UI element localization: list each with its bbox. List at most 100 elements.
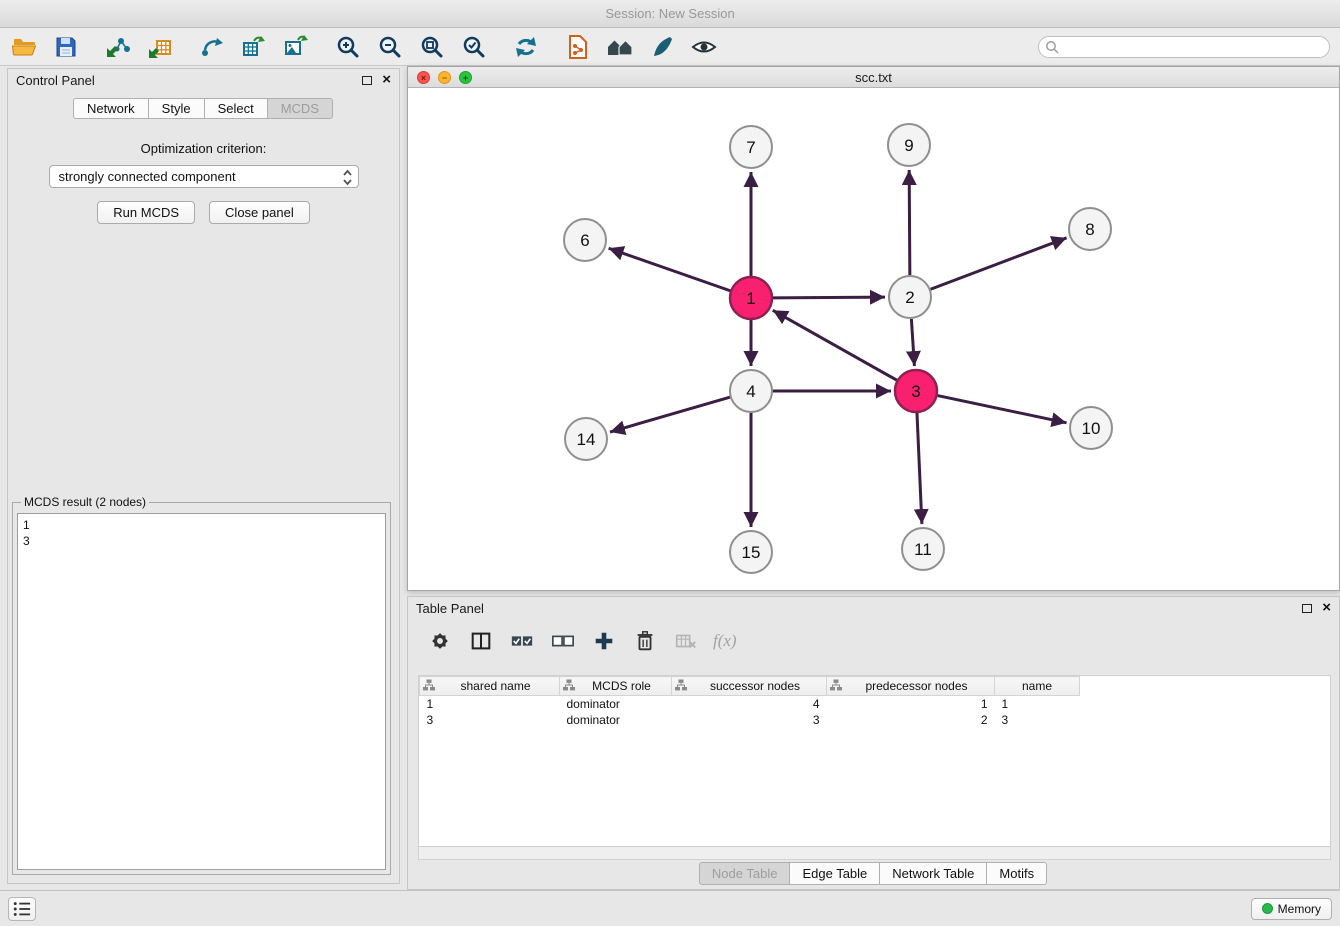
zoom-fit-icon[interactable] — [418, 33, 446, 61]
horizontal-scrollbar[interactable] — [418, 847, 1331, 860]
graph-node-11[interactable]: 11 — [902, 528, 944, 570]
float-panel-icon[interactable] — [362, 76, 372, 85]
mcds-result-title: MCDS result (2 nodes) — [21, 495, 149, 509]
tab-network-table[interactable]: Network Table — [879, 862, 987, 885]
export-image-icon[interactable] — [282, 33, 310, 61]
close-window-icon[interactable]: × — [417, 71, 430, 84]
zoom-in-icon[interactable] — [334, 33, 362, 61]
table-row[interactable]: 1 dominator 4 1 1 — [420, 696, 1080, 712]
graph-node-10[interactable]: 10 — [1070, 407, 1112, 449]
tab-select[interactable]: Select — [204, 98, 268, 119]
column-tree-icon — [563, 679, 575, 694]
run-mcds-button[interactable]: Run MCDS — [97, 201, 195, 224]
search-input[interactable] — [1038, 36, 1330, 58]
column-tree-icon — [423, 679, 435, 694]
cell-name[interactable]: 1 — [995, 696, 1080, 712]
import-network-icon[interactable] — [104, 33, 132, 61]
graph-edge-1-2[interactable] — [773, 297, 885, 298]
graph-node-7[interactable]: 7 — [730, 126, 772, 168]
save-session-icon[interactable] — [52, 33, 80, 61]
close-panel-button[interactable]: Close panel — [209, 201, 310, 224]
graph-edge-2-8[interactable] — [931, 238, 1067, 289]
cell-shared-name[interactable]: 1 — [420, 696, 560, 712]
export-table-icon[interactable] — [240, 33, 268, 61]
criterion-select[interactable]: strongly connected component — [49, 165, 359, 188]
task-history-icon[interactable] — [8, 897, 36, 921]
graph-node-14[interactable]: 14 — [565, 418, 607, 460]
memory-label: Memory — [1278, 902, 1321, 916]
refresh-layout-icon[interactable] — [512, 33, 540, 61]
cell-name[interactable]: 3 — [995, 712, 1080, 728]
graph-node-1[interactable]: 1 — [730, 277, 772, 319]
column-header-predecessor-nodes[interactable]: predecessor nodes — [827, 677, 995, 696]
clear-table-icon — [672, 627, 700, 655]
export-network-icon[interactable] — [198, 33, 226, 61]
tab-mcds[interactable]: MCDS — [267, 98, 333, 119]
tab-node-table[interactable]: Node Table — [699, 862, 791, 885]
float-table-panel-icon[interactable] — [1302, 604, 1312, 613]
import-table-icon[interactable] — [146, 33, 174, 61]
graph-edge-4-14[interactable] — [610, 397, 730, 432]
network-window-titlebar[interactable]: × − + scc.txt — [408, 67, 1339, 88]
graph-node-9[interactable]: 9 — [888, 124, 930, 166]
graph-node-3[interactable]: 3 — [895, 370, 937, 412]
tab-style[interactable]: Style — [148, 98, 205, 119]
add-row-icon[interactable] — [590, 627, 618, 655]
cell-successor-nodes[interactable]: 4 — [672, 696, 827, 712]
network-file-icon[interactable] — [564, 33, 592, 61]
zoom-out-icon[interactable] — [376, 33, 404, 61]
close-panel-icon[interactable]: × — [382, 74, 391, 86]
window-controls: × − + — [417, 71, 472, 84]
control-panel-header: Control Panel × — [8, 69, 399, 91]
graph-node-label: 3 — [911, 382, 920, 401]
graph-node-label: 7 — [746, 138, 755, 157]
cell-mcds-role[interactable]: dominator — [560, 712, 672, 728]
gear-icon[interactable] — [426, 627, 454, 655]
delete-row-trash-icon[interactable] — [631, 627, 659, 655]
columns-icon[interactable] — [467, 627, 495, 655]
mcds-result-list[interactable]: 1 3 — [17, 513, 386, 870]
network-window: × − + scc.txt 7 9 6 8 1 2 4 3 14 10 15 11 — [407, 66, 1340, 591]
cell-predecessor-nodes[interactable]: 2 — [827, 712, 995, 728]
style-brush-icon[interactable] — [648, 33, 676, 61]
graph-edge-3-11[interactable] — [917, 413, 922, 524]
graph-edge-1-6[interactable] — [609, 248, 731, 290]
column-header-successor-nodes[interactable]: successor nodes — [672, 677, 827, 696]
graph-edge-3-1[interactable] — [773, 310, 897, 380]
graph-node-15[interactable]: 15 — [730, 531, 772, 573]
tab-edge-table[interactable]: Edge Table — [789, 862, 880, 885]
tab-network[interactable]: Network — [73, 98, 149, 119]
column-header-shared-name[interactable]: shared name — [420, 677, 560, 696]
graph-node-8[interactable]: 8 — [1069, 208, 1111, 250]
graph-node-4[interactable]: 4 — [730, 370, 772, 412]
cell-successor-nodes[interactable]: 3 — [672, 712, 827, 728]
table-row[interactable]: 3 dominator 3 2 3 — [420, 712, 1080, 728]
column-header-name[interactable]: name — [995, 677, 1080, 696]
cell-shared-name[interactable]: 3 — [420, 712, 560, 728]
overview-homes-icon[interactable] — [606, 33, 634, 61]
graph-node-label: 15 — [742, 543, 761, 562]
tab-motifs[interactable]: Motifs — [986, 862, 1047, 885]
deselect-all-checkboxes-icon[interactable] — [549, 627, 577, 655]
graph-edge-3-10[interactable] — [938, 396, 1067, 423]
show-hide-eye-icon[interactable] — [690, 33, 718, 61]
graph-node-2[interactable]: 2 — [889, 276, 931, 318]
maximize-window-icon[interactable]: + — [459, 71, 472, 84]
graph-node-label: 6 — [580, 231, 589, 250]
open-folder-icon[interactable] — [10, 33, 38, 61]
graph-node-6[interactable]: 6 — [564, 219, 606, 261]
memory-button[interactable]: Memory — [1251, 898, 1332, 920]
search-icon — [1045, 40, 1059, 57]
select-all-checkboxes-icon[interactable] — [508, 627, 536, 655]
graph-edge-2-9[interactable] — [909, 170, 910, 275]
minimize-window-icon[interactable]: − — [438, 71, 451, 84]
cell-predecessor-nodes[interactable]: 1 — [827, 696, 995, 712]
close-table-panel-icon[interactable]: × — [1322, 602, 1331, 614]
cell-mcds-role[interactable]: dominator — [560, 696, 672, 712]
zoom-selected-icon[interactable] — [460, 33, 488, 61]
network-canvas[interactable]: 7 9 6 8 1 2 4 3 14 10 15 11 — [408, 88, 1339, 590]
table-panel-title: Table Panel — [416, 601, 484, 616]
column-header-mcds-role[interactable]: MCDS role — [560, 677, 672, 696]
graph-edge-2-3[interactable] — [911, 319, 914, 366]
session-title: Session: New Session — [605, 6, 734, 21]
